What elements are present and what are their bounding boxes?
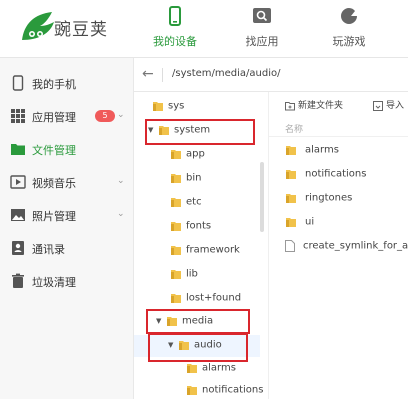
- current-path[interactable]: /system/media/audio/: [172, 68, 281, 79]
- new-folder-button[interactable]: 新建文件夹: [285, 98, 343, 111]
- file-row[interactable]: create_symlink_for_aud: [285, 240, 408, 258]
- file-icon: [285, 240, 295, 252]
- tree-node-framework[interactable]: framework: [170, 244, 240, 262]
- sidebar-item-label: 垃圾清理: [32, 276, 76, 289]
- nav-label: 我的设备: [153, 35, 197, 48]
- highlight-box-system: [145, 119, 255, 145]
- folder-icon: [171, 222, 181, 231]
- nav-label: 找应用: [245, 35, 279, 48]
- file-row[interactable]: ringtones: [285, 192, 352, 210]
- app-name: 豌豆荚: [54, 20, 108, 40]
- nav-my-device[interactable]: 我的设备: [140, 6, 210, 54]
- tree-node-notifications[interactable]: notifications: [186, 384, 263, 399]
- sidebar-item-label: 照片管理: [32, 210, 76, 223]
- sidebar-item-app-manager[interactable]: 应用管理 5 ⌄: [0, 101, 134, 131]
- contacts-icon: [12, 241, 24, 255]
- address-bar: ← /system/media/audio/: [134, 58, 408, 92]
- highlight-box-media: [146, 309, 250, 334]
- highlight-box-audio: [148, 333, 248, 362]
- grid-icon: [11, 109, 25, 123]
- tree-node-lib[interactable]: lib: [170, 268, 198, 286]
- sidebar-item-contacts[interactable]: 通讯录: [0, 233, 134, 263]
- update-count-badge: 5: [95, 110, 115, 122]
- nav-play-games[interactable]: 玩游戏: [314, 6, 384, 54]
- trash-icon: [12, 273, 24, 288]
- tree-node-etc[interactable]: etc: [170, 196, 202, 214]
- folder-icon: [171, 294, 181, 303]
- folder-icon: [171, 150, 181, 159]
- folder-icon: [171, 198, 181, 207]
- phone-icon: [169, 6, 181, 26]
- folder-icon: [187, 364, 197, 373]
- nav-label: 玩游戏: [332, 35, 366, 48]
- tree-node-lost-found[interactable]: lost+found: [170, 292, 241, 310]
- photo-icon: [11, 209, 25, 221]
- folder-icon: [153, 102, 163, 111]
- folder-icon: [171, 246, 181, 255]
- sidebar-item-video-music[interactable]: 视频音乐 ⌄: [0, 167, 134, 197]
- sidebar-item-label: 我的手机: [32, 78, 76, 91]
- sidebar-item-label: 文件管理: [32, 144, 76, 157]
- sidebar-item-label: 视频音乐: [32, 177, 76, 190]
- folder-icon: [286, 170, 296, 179]
- file-list-panel: 新建文件夹 导入 名称 alarms notifications rington…: [268, 92, 408, 399]
- tree-node-bin[interactable]: bin: [170, 172, 201, 190]
- media-icon: [10, 175, 26, 189]
- tree-node-alarms[interactable]: alarms: [186, 362, 236, 380]
- import-icon: [373, 100, 383, 111]
- tree-scrollbar[interactable]: [260, 162, 264, 232]
- game-icon: [341, 8, 357, 24]
- sidebar-item-file-manager[interactable]: 文件管理: [0, 134, 134, 164]
- app-store-icon: [253, 8, 271, 23]
- divider: [269, 136, 408, 137]
- chevron-down-icon[interactable]: ⌄: [117, 176, 125, 186]
- sidebar-item-photo-manager[interactable]: 照片管理 ⌄: [0, 200, 134, 230]
- name-column-header[interactable]: 名称: [285, 122, 303, 135]
- file-row[interactable]: alarms: [285, 144, 339, 162]
- file-row[interactable]: ui: [285, 216, 314, 234]
- wandoujia-logo-icon: [22, 12, 54, 40]
- folder-icon: [187, 386, 197, 395]
- file-row[interactable]: notifications: [285, 168, 366, 186]
- chevron-down-icon[interactable]: ⌄: [117, 110, 125, 120]
- folder-icon: [171, 270, 181, 279]
- divider: [162, 68, 163, 82]
- folder-icon: [286, 146, 296, 155]
- tree-node-app[interactable]: app: [170, 148, 205, 166]
- sidebar-item-junk-clean[interactable]: 垃圾清理: [0, 266, 134, 296]
- sidebar: 我的手机 应用管理 5 ⌄ 文件管理 视频音乐 ⌄ 照片管理 ⌄ 通讯录 垃圾清…: [0, 58, 134, 399]
- sidebar-item-my-phone[interactable]: 我的手机: [0, 68, 134, 98]
- folder-icon: [286, 218, 296, 227]
- import-button[interactable]: 导入: [373, 98, 404, 111]
- folder-icon: [286, 194, 296, 203]
- nav-find-apps[interactable]: 找应用: [227, 6, 297, 54]
- sidebar-item-label: 通讯录: [32, 243, 65, 256]
- chevron-down-icon[interactable]: ⌄: [117, 209, 125, 219]
- folder-icon: [11, 144, 25, 155]
- back-arrow-icon[interactable]: ←: [142, 66, 154, 82]
- new-folder-icon: [285, 101, 295, 110]
- folder-icon: [171, 174, 181, 183]
- top-bar: 豌豆荚 我的设备 找应用 玩游戏: [0, 0, 408, 58]
- phone-icon: [12, 75, 24, 91]
- tree-node-sys[interactable]: sys: [152, 100, 184, 118]
- tree-node-fonts[interactable]: fonts: [170, 220, 211, 238]
- sidebar-item-label: 应用管理: [32, 111, 76, 124]
